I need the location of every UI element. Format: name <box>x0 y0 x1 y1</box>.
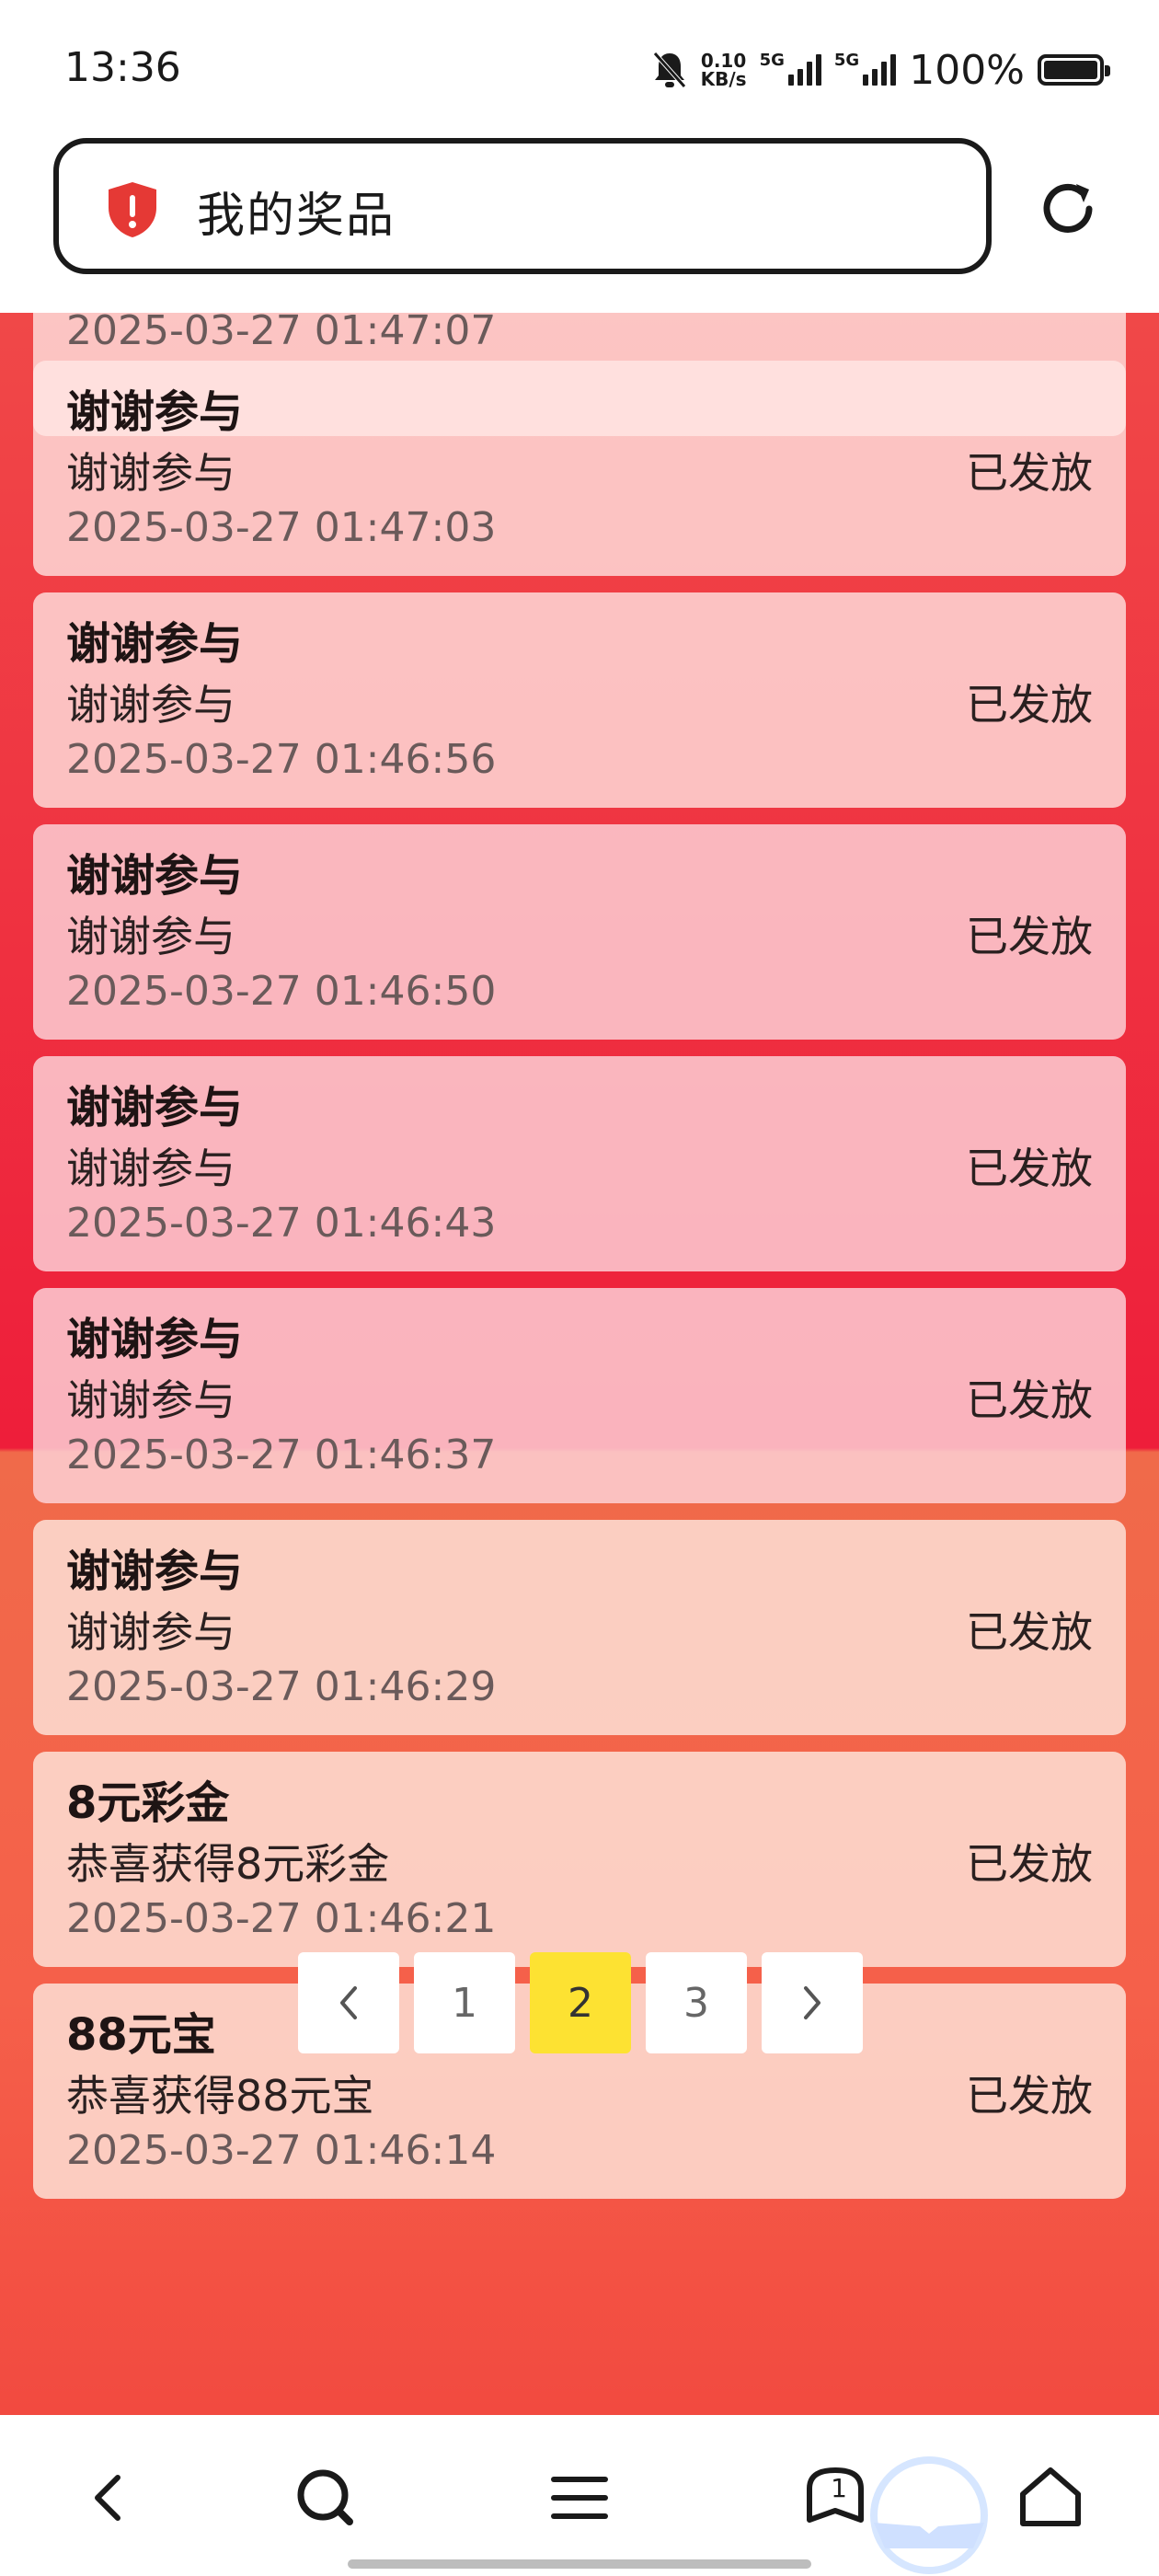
battery-icon <box>1038 54 1110 86</box>
address-field[interactable]: 我的奖品 <box>53 138 992 274</box>
prize-list-container[interactable]: 2025-03-27 01:47:07 谢谢参与 谢谢参与 2025-03-27… <box>0 313 1159 2415</box>
mascot-icon <box>870 2456 988 2574</box>
prize-title: 8元彩金 <box>66 1777 230 1829</box>
prize-title: 88元宝 <box>66 2009 216 2061</box>
status-indicators: 0.10 KB/s 5G 5G 100% <box>651 44 1110 96</box>
prize-desc: 谢谢参与 <box>66 1375 235 1425</box>
prize-title: 谢谢参与 <box>66 1082 244 1133</box>
battery-text: 100% <box>909 46 1025 94</box>
prize-card: 谢谢参与 谢谢参与 2025-03-27 01:46:37 已发放 <box>33 1288 1126 1503</box>
signal-icon <box>863 54 897 86</box>
prize-card: 谢谢参与 谢谢参与 2025-03-27 01:46:43 已发放 <box>33 1056 1126 1271</box>
prev-page-button[interactable] <box>298 1952 399 2053</box>
prize-desc: 谢谢参与 <box>66 448 235 498</box>
prize-status: 已发放 <box>966 448 1093 498</box>
prize-time: 2025-03-27 01:46:43 <box>66 1200 497 1247</box>
home-indicator[interactable] <box>348 2559 811 2569</box>
menu-icon[interactable] <box>543 2461 616 2535</box>
prize-title: 谢谢参与 <box>66 850 244 902</box>
prize-title: 谢谢参与 <box>66 386 244 438</box>
mute-bell-icon <box>652 52 686 88</box>
prize-desc: 谢谢参与 <box>66 1144 235 1193</box>
page-title: 我的奖品 <box>197 189 396 244</box>
home-icon[interactable] <box>1014 2461 1087 2535</box>
status-bar: 13:36 0.10 KB/s 5G 5G 100% <box>0 0 1159 138</box>
chevron-right-icon <box>804 1986 820 2019</box>
net-speed-unit: KB/s <box>700 68 747 90</box>
prize-desc: 谢谢参与 <box>66 680 235 730</box>
prize-desc: 恭喜获得88元宝 <box>66 2071 374 2121</box>
sim2-label: 5G <box>833 51 860 70</box>
prize-time: 2025-03-27 01:47:07 <box>66 313 497 354</box>
sim1-label: 5G <box>759 51 785 70</box>
back-icon[interactable] <box>72 2461 145 2535</box>
search-icon[interactable] <box>289 2461 362 2535</box>
refresh-icon[interactable] <box>1036 177 1100 241</box>
page-button-2[interactable]: 2 <box>530 1952 631 2053</box>
prize-status: 已发放 <box>966 912 1093 961</box>
prize-time: 2025-03-27 01:46:21 <box>66 1895 497 1942</box>
page-button-3[interactable]: 3 <box>646 1952 747 2053</box>
prize-card: 谢谢参与 谢谢参与 2025-03-27 01:46:56 已发放 <box>33 592 1126 808</box>
prize-card: 谢谢参与 谢谢参与 2025-03-27 01:47:03 已发放 <box>33 361 1126 576</box>
prize-status: 已发放 <box>966 1607 1093 1657</box>
prize-title: 谢谢参与 <box>66 618 244 670</box>
prize-status: 已发放 <box>966 2071 1093 2121</box>
chevron-left-icon <box>340 1986 357 2019</box>
prize-card: 谢谢参与 谢谢参与 2025-03-27 01:46:50 已发放 <box>33 824 1126 1040</box>
prize-time: 2025-03-27 01:46:14 <box>66 2127 497 2174</box>
pagination: 1 2 3 <box>298 1952 863 2053</box>
prize-desc: 谢谢参与 <box>66 912 235 961</box>
prize-card: 谢谢参与 谢谢参与 2025-03-27 01:46:29 已发放 <box>33 1520 1126 1735</box>
net-speed: 0.10 KB/s <box>701 52 747 88</box>
net-speed-value: 0.10 <box>700 50 747 72</box>
tab-count: 1 <box>831 2473 847 2503</box>
next-page-button[interactable] <box>762 1952 863 2053</box>
signal-icon <box>787 54 821 86</box>
address-bar: 我的奖品 <box>0 138 1159 313</box>
prize-title: 谢谢参与 <box>66 1314 244 1365</box>
prize-desc: 谢谢参与 <box>66 1607 235 1657</box>
prize-time: 2025-03-27 01:47:03 <box>66 504 497 551</box>
prize-card: 8元彩金 恭喜获得8元彩金 2025-03-27 01:46:21 已发放 <box>33 1752 1126 1967</box>
page-button-1[interactable]: 1 <box>414 1952 515 2053</box>
prize-status: 已发放 <box>966 680 1093 730</box>
shield-warning-icon <box>109 182 156 237</box>
prize-time: 2025-03-27 01:46:56 <box>66 736 497 783</box>
prize-status: 已发放 <box>966 1839 1093 1889</box>
prize-desc: 恭喜获得8元彩金 <box>66 1839 390 1889</box>
prize-status: 已发放 <box>966 1375 1093 1425</box>
signal-sim2: 5G <box>833 51 897 86</box>
prize-time: 2025-03-27 01:46:37 <box>66 1432 497 1478</box>
prize-time: 2025-03-27 01:46:50 <box>66 968 497 1015</box>
status-time: 13:36 <box>64 44 181 91</box>
bottom-nav <box>0 2415 1159 2576</box>
prize-title: 谢谢参与 <box>66 1546 244 1597</box>
prize-time: 2025-03-27 01:46:29 <box>66 1663 497 1710</box>
prize-status: 已发放 <box>966 1144 1093 1193</box>
signal-sim1: 5G <box>759 51 821 86</box>
